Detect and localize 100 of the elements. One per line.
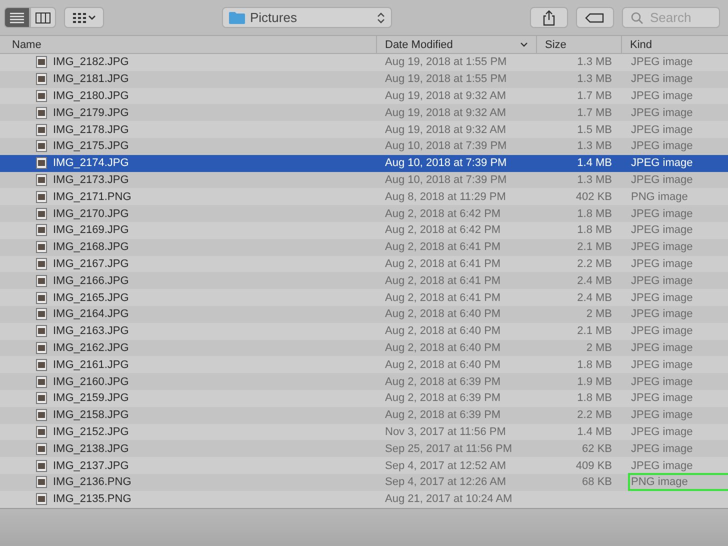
file-size: 2.2 MB [577, 258, 612, 270]
file-row[interactable]: IMG_2136.PNG Sep 4, 2017 at 12:26 AM 68 KB PNG image [0, 474, 728, 491]
file-row[interactable]: IMG_2178.JPG Aug 19, 2018 at 9:32 AM 1.5 MB JPEG image [0, 121, 728, 138]
image-file-icon [36, 157, 47, 170]
tag-button[interactable] [576, 7, 614, 28]
date-modified: Aug 2, 2018 at 6:41 PM [385, 258, 501, 270]
file-kind: JPEG image [631, 274, 693, 287]
file-row[interactable]: IMG_2138.JPG Sep 25, 2017 at 11:56 PM 62 KB JPEG image [0, 440, 728, 458]
file-size: 1.7 MB [577, 90, 612, 102]
file-row[interactable]: IMG_2160.JPG Aug 2, 2018 at 6:39 PM 1.9 MB JPEG image [0, 373, 728, 390]
date-modified: Aug 2, 2018 at 6:40 PM [385, 358, 501, 371]
file-size: 1.8 MB [577, 358, 612, 371]
image-file-icon [36, 476, 47, 488]
date-modified: Aug 19, 2018 at 1:55 PM [385, 73, 507, 86]
file-kind: JPEG image [631, 124, 693, 136]
file-row[interactable]: IMG_2179.JPG Aug 19, 2018 at 9:32 AM 1.7 MB JPEG image [0, 104, 728, 122]
file-size: 1.9 MB [577, 376, 612, 388]
date-modified: Sep 4, 2017 at 12:52 AM [385, 460, 506, 472]
file-name: IMG_2180.JPG [53, 90, 129, 102]
file-name: IMG_2162.JPG [53, 342, 129, 354]
up-down-arrows-icon [377, 12, 385, 24]
file-row[interactable]: IMG_2174.JPG Aug 10, 2018 at 7:39 PM 1.4 MB JPEG image [0, 154, 728, 172]
file-name: IMG_2165.JPG [53, 292, 129, 304]
image-file-icon [36, 376, 47, 388]
date-modified: Aug 2, 2018 at 6:40 PM [385, 325, 501, 338]
file-row[interactable]: IMG_2167.JPG Aug 2, 2018 at 6:41 PM 2.2 MB JPEG image [0, 256, 728, 272]
file-name: IMG_2136.PNG [53, 476, 132, 488]
location-label: Pictures [250, 10, 297, 25]
file-name: IMG_2160.JPG [53, 376, 129, 388]
file-size: 409 KB [576, 460, 612, 472]
file-name: IMG_2169.JPG [53, 224, 129, 236]
file-size: 2 MB [586, 342, 612, 354]
file-row[interactable]: IMG_2166.JPG Aug 2, 2018 at 6:41 PM 2.4 MB JPEG image [0, 272, 728, 290]
date-modified: Aug 2, 2018 at 6:40 PM [385, 308, 501, 320]
file-row[interactable]: IMG_2173.JPG Aug 10, 2018 at 7:39 PM 1.3 MB JPEG image [0, 172, 728, 188]
image-file-icon [36, 124, 47, 136]
file-row[interactable]: IMG_2164.JPG Aug 2, 2018 at 6:40 PM 2 MB JPEG image [0, 306, 728, 323]
file-row[interactable]: IMG_2152.JPG Nov 3, 2017 at 11:56 PM 1.4 MB JPEG image [0, 424, 728, 440]
column-header[interactable]: Kind [622, 36, 728, 53]
chevron-down-icon [520, 42, 528, 47]
file-name: IMG_2159.JPG [53, 392, 129, 404]
file-kind: JPEG image [631, 224, 693, 236]
file-row[interactable]: IMG_2137.JPG Sep 4, 2017 at 12:52 AM 409 KB JPEG image [0, 457, 728, 474]
file-row[interactable]: IMG_2171.PNG Aug 8, 2018 at 11:29 PM 402 KB PNG image [0, 188, 728, 206]
file-row[interactable]: IMG_2161.JPG Aug 2, 2018 at 6:40 PM 1.8 MB JPEG image [0, 356, 728, 374]
file-kind: JPEG image [631, 73, 693, 86]
file-row[interactable]: IMG_2181.JPG Aug 19, 2018 at 1:55 PM 1.3 MB JPEG image [0, 70, 728, 88]
list-view-button[interactable] [4, 7, 30, 28]
file-size: 2.1 MB [577, 241, 612, 254]
icon-view-button[interactable] [64, 7, 104, 28]
date-modified: Aug 2, 2018 at 6:39 PM [385, 376, 501, 388]
file-size: 1.4 MB [577, 426, 612, 438]
column-view-button[interactable] [30, 7, 56, 28]
file-size: 1.4 MB [577, 157, 612, 170]
image-file-icon [36, 208, 47, 220]
file-kind: JPEG image [631, 292, 693, 304]
file-name: IMG_2158.JPG [53, 409, 129, 422]
date-modified: Aug 2, 2018 at 6:41 PM [385, 241, 501, 254]
file-name: IMG_2166.JPG [53, 274, 129, 287]
columns-icon [35, 12, 51, 24]
file-row[interactable]: IMG_2162.JPG Aug 2, 2018 at 6:40 PM 2 MB JPEG image [0, 340, 728, 356]
file-row[interactable]: IMG_2165.JPG Aug 2, 2018 at 6:41 PM 2.4 MB JPEG image [0, 289, 728, 306]
file-row[interactable]: IMG_2175.JPG Aug 10, 2018 at 7:39 PM 1.3 MB JPEG image [0, 138, 728, 155]
file-kind: JPEG image [631, 241, 693, 254]
location-dropdown[interactable]: Pictures [222, 7, 392, 28]
date-modified: Aug 2, 2018 at 6:39 PM [385, 409, 501, 422]
file-row[interactable]: IMG_2180.JPG Aug 19, 2018 at 9:32 AM 1.7 MB JPEG image [0, 88, 728, 104]
date-modified: Aug 10, 2018 at 7:39 PM [385, 140, 507, 152]
date-modified: Aug 2, 2018 at 6:42 PM [385, 208, 501, 220]
image-file-icon [36, 442, 47, 455]
file-row[interactable]: IMG_2168.JPG Aug 2, 2018 at 6:41 PM 2.1 MB JPEG image [0, 238, 728, 256]
file-name: IMG_2181.JPG [53, 73, 129, 86]
file-name: IMG_2138.JPG [53, 442, 129, 455]
file-row[interactable]: IMG_2170.JPG Aug 2, 2018 at 6:42 PM 1.8 MB JPEG image [0, 205, 728, 222]
file-kind: JPEG image [631, 409, 693, 422]
image-file-icon [36, 392, 47, 404]
file-row[interactable]: IMG_2159.JPG Aug 2, 2018 at 6:39 PM 1.8 MB JPEG image [0, 390, 728, 407]
image-file-icon [36, 358, 47, 371]
file-kind: JPEG image [631, 56, 693, 68]
share-button[interactable] [530, 7, 568, 28]
file-kind: JPEG image [631, 392, 693, 404]
image-file-icon [36, 308, 47, 320]
file-row[interactable]: IMG_2169.JPG Aug 2, 2018 at 6:42 PM 1.8 MB JPEG image [0, 222, 728, 239]
file-row[interactable]: IMG_2135.PNG Aug 21, 2017 at 10:24 AM [0, 490, 728, 508]
date-modified: Sep 4, 2017 at 12:26 AM [385, 476, 506, 488]
file-row[interactable]: IMG_2158.JPG Aug 2, 2018 at 6:39 PM 2.2 MB JPEG image [0, 406, 728, 424]
image-file-icon [36, 106, 47, 119]
file-name: IMG_2152.JPG [53, 426, 129, 438]
file-size: 2 MB [586, 308, 612, 320]
search-field[interactable]: Search [622, 7, 720, 28]
column-header[interactable]: Size [537, 36, 622, 53]
file-size: 2.1 MB [577, 325, 612, 338]
column-header[interactable]: Date Modified [377, 36, 537, 53]
file-size: 1.8 MB [577, 392, 612, 404]
file-kind: JPEG image [631, 460, 693, 472]
file-row[interactable]: IMG_2182.JPG Aug 19, 2018 at 1:55 PM 1.3 MB JPEG image [0, 54, 728, 71]
date-modified: Aug 19, 2018 at 1:55 PM [385, 56, 507, 68]
file-row[interactable]: IMG_2163.JPG Aug 2, 2018 at 6:40 PM 2.1 MB JPEG image [0, 322, 728, 340]
column-header[interactable]: Name [0, 36, 377, 53]
date-modified: Aug 2, 2018 at 6:42 PM [385, 224, 501, 236]
